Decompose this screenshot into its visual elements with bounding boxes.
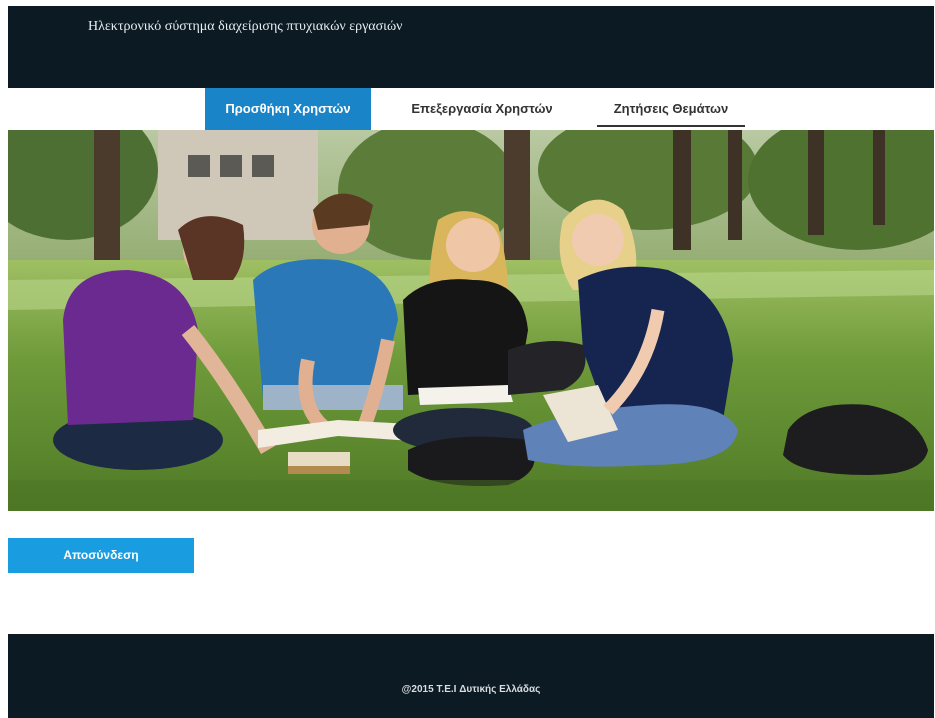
page: Ηλεκτρονικό σύστημα διαχείρισης πτυχιακώ… (0, 0, 935, 718)
site-title: Ηλεκτρονικό σύστημα διαχείρισης πτυχιακώ… (88, 19, 403, 34)
main-nav: Προσθήκη Χρηστών Επεξεργασία Χρηστών Ζητ… (8, 88, 934, 131)
nav-tab-topic-requests-label: Ζητήσεις Θεμάτων (613, 101, 729, 116)
nav-tab-edit-users[interactable]: Επεξεργασία Χρηστών (389, 88, 575, 130)
nav-tab-edit-users-label: Επεξεργασία Χρηστών (411, 101, 553, 116)
nav-tab-add-users[interactable]: Προσθήκη Χρηστών (205, 88, 371, 130)
students-photo-illustration (8, 130, 934, 511)
nav-tab-add-users-label: Προσθήκη Χρηστών (225, 101, 351, 116)
copyright-text: @2015 T.E.I Δυτικής Ελλάδας (401, 684, 541, 695)
hero-image (8, 130, 934, 511)
site-footer: @2015 T.E.I Δυτικής Ελλάδας (8, 634, 934, 718)
nav-tab-topic-requests[interactable]: Ζητήσεις Θεμάτων (591, 88, 751, 130)
site-header: Ηλεκτρονικό σύστημα διαχείρισης πτυχιακώ… (8, 6, 934, 88)
tab-underline (597, 125, 745, 127)
logout-button[interactable]: Αποσύνδεση (8, 538, 194, 573)
